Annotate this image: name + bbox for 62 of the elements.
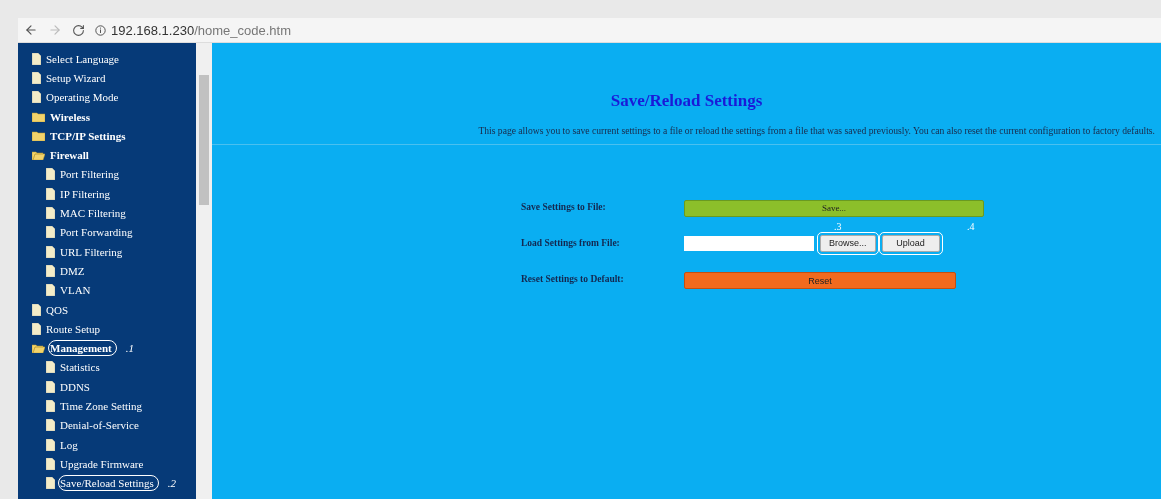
menu-item[interactable]: DMZ	[58, 262, 90, 279]
page-icon	[46, 284, 55, 297]
save-button[interactable]: Save...	[684, 199, 984, 217]
page-icon	[46, 245, 55, 258]
page-icon	[46, 226, 55, 239]
handwritten-note: .2	[167, 477, 177, 490]
page-icon	[46, 419, 55, 432]
page-icon	[46, 477, 55, 490]
menu-item[interactable]: Firewall	[48, 147, 94, 164]
browse-button[interactable]: Browse...	[820, 234, 876, 252]
page-icon	[46, 187, 55, 200]
page-title: Save/Reload Settings	[610, 91, 763, 111]
menu-item[interactable]: Wireless	[48, 108, 95, 125]
upload-button[interactable]: Upload	[881, 234, 940, 252]
page-icon	[32, 71, 41, 84]
page-icon	[46, 380, 55, 393]
folder-icon	[32, 130, 45, 141]
menu-item[interactable]: IP Filtering	[58, 185, 115, 202]
menu-item[interactable]: Route Setup	[44, 320, 106, 337]
menu-item[interactable]: Setup Wizard	[44, 69, 111, 86]
menu-item[interactable]: VLAN	[58, 282, 96, 299]
page-icon	[46, 168, 55, 181]
menu-item[interactable]: Port Filtering	[58, 166, 124, 183]
setting-label: Save Settings to File:	[521, 201, 607, 212]
menu-item[interactable]: DDNS	[58, 378, 95, 395]
info-icon	[95, 24, 106, 36]
menu-item[interactable]: Statistics	[58, 359, 105, 376]
menu-item[interactable]: Upgrade Firmware	[58, 455, 149, 472]
menu-item[interactable]: Operating Mode	[44, 89, 124, 106]
folder-icon	[32, 111, 45, 122]
open-folder-icon	[32, 150, 45, 161]
forward-icon[interactable]	[48, 23, 62, 37]
page-icon	[46, 361, 55, 374]
handwritten-note: .4	[967, 220, 975, 232]
menu-item[interactable]: Time Zone Setting	[58, 398, 148, 414]
menu-item[interactable]: MAC Filtering	[58, 205, 131, 221]
page-icon	[32, 52, 41, 65]
page-icon	[46, 457, 55, 470]
page-icon	[46, 438, 55, 451]
setting-label: Reset Settings to Default:	[521, 274, 625, 285]
page-icon	[46, 264, 55, 277]
menu-item[interactable]: QOS	[44, 301, 73, 318]
page-icon	[32, 322, 41, 335]
open-folder-icon	[32, 343, 45, 354]
reload-icon[interactable]	[72, 23, 85, 37]
menu-item[interactable]: TCP/IP Settings	[48, 127, 131, 144]
menu-item[interactable]: Log	[58, 436, 83, 453]
menu-item[interactable]: Port Forwarding	[58, 224, 138, 241]
setting-label: Load Settings from File:	[521, 238, 621, 248]
url-field[interactable]: 192.168.1.230/home_code.htm	[95, 22, 291, 38]
page-icon	[46, 207, 55, 219]
page-icon	[46, 400, 55, 412]
reset-button[interactable]: Reset	[684, 272, 956, 289]
page-description: This page allows you to save current settings to a file or reload the settings from a file that was saved previously. You can also reset the current configuration to factory defaults.	[478, 125, 1156, 136]
handwritten-note: .3	[834, 220, 842, 232]
menu-item[interactable]: URL Filtering	[58, 243, 128, 260]
menu-item[interactable]: Denial-of-Service	[58, 417, 144, 434]
page-icon	[32, 91, 41, 104]
menu-item[interactable]: Select Language	[44, 50, 124, 67]
page-icon	[32, 303, 41, 316]
handwritten-note: .1	[125, 342, 134, 355]
back-icon[interactable]	[24, 23, 38, 37]
